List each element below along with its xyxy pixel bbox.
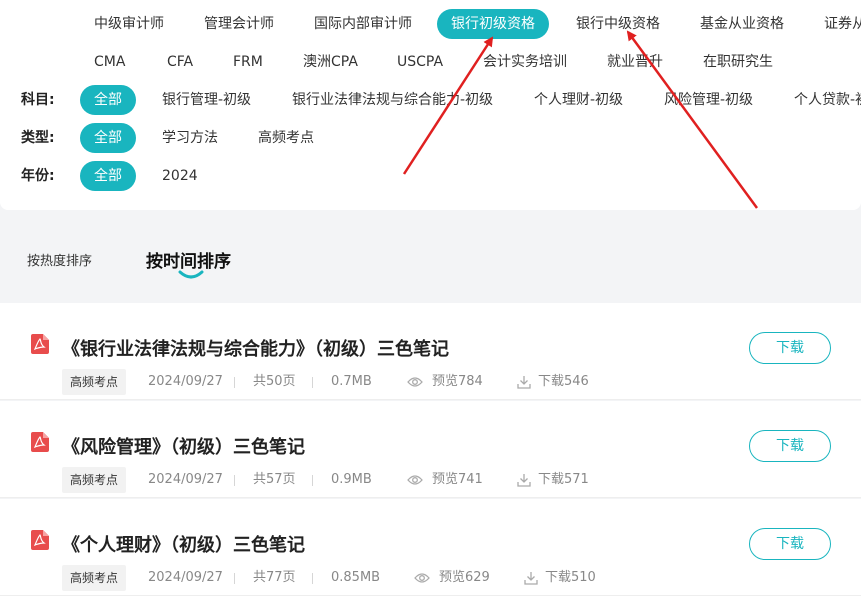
document-title[interactable]: 《风险管理》（初级）三色笔记 — [62, 433, 305, 459]
category-chip[interactable]: 中级审计师 — [80, 9, 178, 39]
download-icon — [517, 376, 531, 389]
document-tag: 高频考点 — [62, 467, 127, 493]
divider — [312, 573, 313, 584]
document-downloads: 下载510 — [545, 570, 596, 585]
eye-icon — [414, 573, 430, 583]
document-size: 0.7MB — [331, 374, 372, 389]
year-option-all[interactable]: 全部 — [80, 161, 136, 191]
category-chip[interactable]: CFA — [153, 47, 207, 77]
divider — [312, 475, 313, 486]
type-filter-row: 类型: 全部 学习方法 高频考点 — [0, 123, 861, 153]
subject-label: 科目: — [21, 92, 55, 108]
download-button[interactable]: 下载 — [749, 528, 831, 560]
type-label: 类型: — [21, 130, 55, 146]
divider — [234, 573, 235, 584]
sort-bar: 按热度排序 按时间排序 — [0, 230, 861, 290]
divider — [234, 377, 235, 388]
document-pages: 共50页 — [253, 374, 296, 389]
document-size: 0.9MB — [331, 472, 372, 487]
category-chip[interactable]: CMA — [80, 47, 139, 77]
list-item: 《个人理财》（初级）三色笔记 高频考点 2024/09/27 共77页 0.85… — [0, 499, 861, 596]
year-label: 年份: — [21, 168, 55, 184]
active-tab-indicator — [178, 270, 204, 279]
document-title[interactable]: 《个人理财》（初级）三色笔记 — [62, 531, 305, 557]
subject-option-all[interactable]: 全部 — [80, 85, 136, 115]
category-chip[interactable]: 管理会计师 — [190, 9, 288, 39]
subject-option[interactable]: 个人理财-初级 — [520, 85, 637, 115]
type-option[interactable]: 学习方法 — [148, 123, 232, 153]
download-button[interactable]: 下载 — [749, 430, 831, 462]
filter-panel: 中级审计师 管理会计师 国际内部审计师 银行初级资格 银行中级资格 基金从业资格… — [0, 0, 861, 210]
category-chip[interactable]: USCPA — [383, 47, 457, 77]
category-chip[interactable]: 银行中级资格 — [562, 9, 674, 39]
document-date: 2024/09/27 — [148, 570, 223, 585]
document-views: 预览741 — [432, 472, 483, 487]
document-date: 2024/09/27 — [148, 374, 223, 389]
category-chip[interactable]: 会计实务培训 — [469, 47, 581, 77]
pdf-icon — [31, 334, 49, 354]
eye-icon — [407, 377, 423, 387]
category-chip[interactable]: 澳洲CPA — [289, 47, 372, 77]
category-chip[interactable]: 基金从业资格 — [686, 9, 798, 39]
document-views: 预览629 — [439, 570, 490, 585]
category-row-2: CMA CFA FRM 澳洲CPA USCPA 会计实务培训 就业晋升 在职研究… — [0, 47, 861, 77]
divider — [312, 377, 313, 388]
pdf-icon — [31, 530, 49, 550]
type-option-all[interactable]: 全部 — [80, 123, 136, 153]
document-downloads: 下载571 — [538, 472, 589, 487]
category-chip[interactable]: 就业晋升 — [593, 47, 677, 77]
sort-by-popularity-tab[interactable]: 按热度排序 — [27, 250, 92, 269]
category-chip-active[interactable]: 银行初级资格 — [437, 9, 549, 39]
document-pages: 共77页 — [253, 570, 296, 585]
subject-option[interactable]: 银行业法律法规与综合能力-初级 — [278, 85, 507, 115]
document-tag: 高频考点 — [62, 565, 127, 591]
list-item: 《银行业法律法规与综合能力》（初级）三色笔记 高频考点 2024/09/27 共… — [0, 303, 861, 400]
subject-option[interactable]: 银行管理-初级 — [148, 85, 265, 115]
download-icon — [517, 474, 531, 487]
pdf-icon — [31, 432, 49, 452]
document-size: 0.85MB — [331, 570, 381, 585]
category-chip[interactable]: 证券从 — [810, 9, 861, 39]
download-button[interactable]: 下载 — [749, 332, 831, 364]
category-chip[interactable]: 在职研究生 — [689, 47, 787, 77]
subject-filter-row: 科目: 全部 银行管理-初级 银行业法律法规与综合能力-初级 个人理财-初级 风… — [0, 85, 861, 115]
divider — [234, 475, 235, 486]
document-downloads: 下载546 — [538, 374, 589, 389]
category-chip[interactable]: 国际内部审计师 — [300, 9, 426, 39]
eye-icon — [407, 475, 423, 485]
type-option[interactable]: 高频考点 — [244, 123, 328, 153]
subject-option[interactable]: 风险管理-初级 — [650, 85, 767, 115]
year-option[interactable]: 2024 — [148, 161, 212, 191]
document-views: 预览784 — [432, 374, 483, 389]
document-title[interactable]: 《银行业法律法规与综合能力》（初级）三色笔记 — [62, 335, 449, 361]
category-chip[interactable]: FRM — [219, 47, 277, 77]
document-pages: 共57页 — [253, 472, 296, 487]
list-item: 《风险管理》（初级）三色笔记 高频考点 2024/09/27 共57页 0.9M… — [0, 401, 861, 498]
category-row-1: 中级审计师 管理会计师 国际内部审计师 银行初级资格 银行中级资格 基金从业资格… — [0, 9, 861, 39]
document-date: 2024/09/27 — [148, 472, 223, 487]
year-filter-row: 年份: 全部 2024 — [0, 161, 861, 191]
document-tag: 高频考点 — [62, 369, 127, 395]
subject-option[interactable]: 个人贷款-初 — [780, 85, 861, 115]
download-icon — [524, 572, 538, 585]
